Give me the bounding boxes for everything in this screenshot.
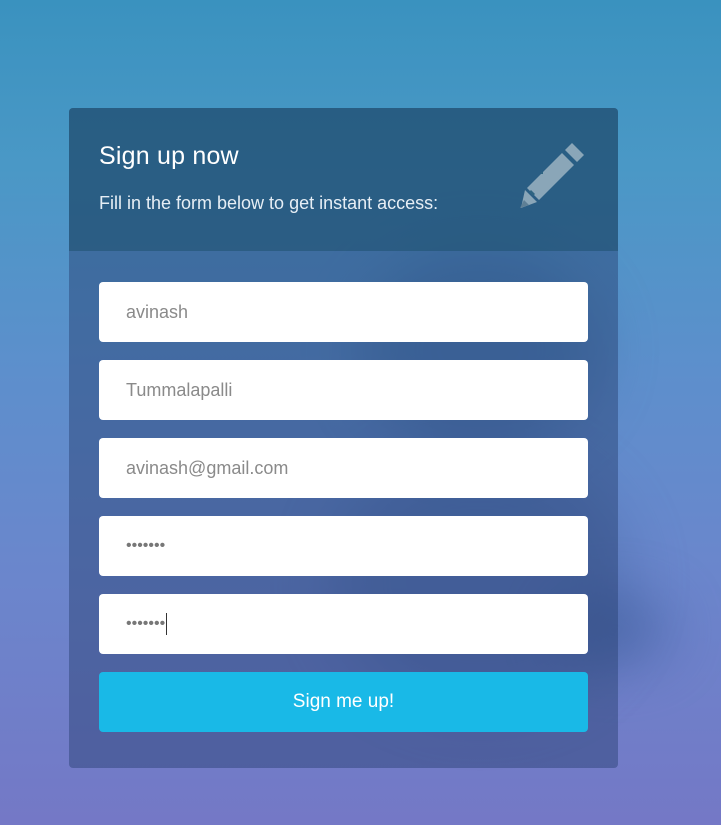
signup-subtitle: Fill in the form below to get instant ac… — [99, 193, 439, 213]
password-mask: ••••••• — [126, 537, 166, 554]
confirm-password-mask: ••••••• — [126, 615, 166, 632]
signup-title: Sign up now — [99, 142, 239, 170]
text-caret — [166, 612, 168, 635]
pencil-icon — [520, 143, 584, 208]
confirm-password-mask-wrapper: ••••••• — [126, 594, 168, 654]
password-input[interactable]: ••••••• — [99, 516, 588, 576]
last-name-input[interactable] — [99, 360, 588, 420]
email-input[interactable] — [99, 438, 588, 498]
confirm-password-input[interactable]: ••••••• — [99, 594, 588, 654]
signup-card: Sign up now Fill in the form below to ge… — [69, 108, 618, 768]
sign-up-button[interactable]: Sign me up! — [99, 672, 588, 732]
signup-header: Sign up now Fill in the form below to ge… — [69, 108, 618, 251]
first-name-input[interactable] — [99, 282, 588, 342]
